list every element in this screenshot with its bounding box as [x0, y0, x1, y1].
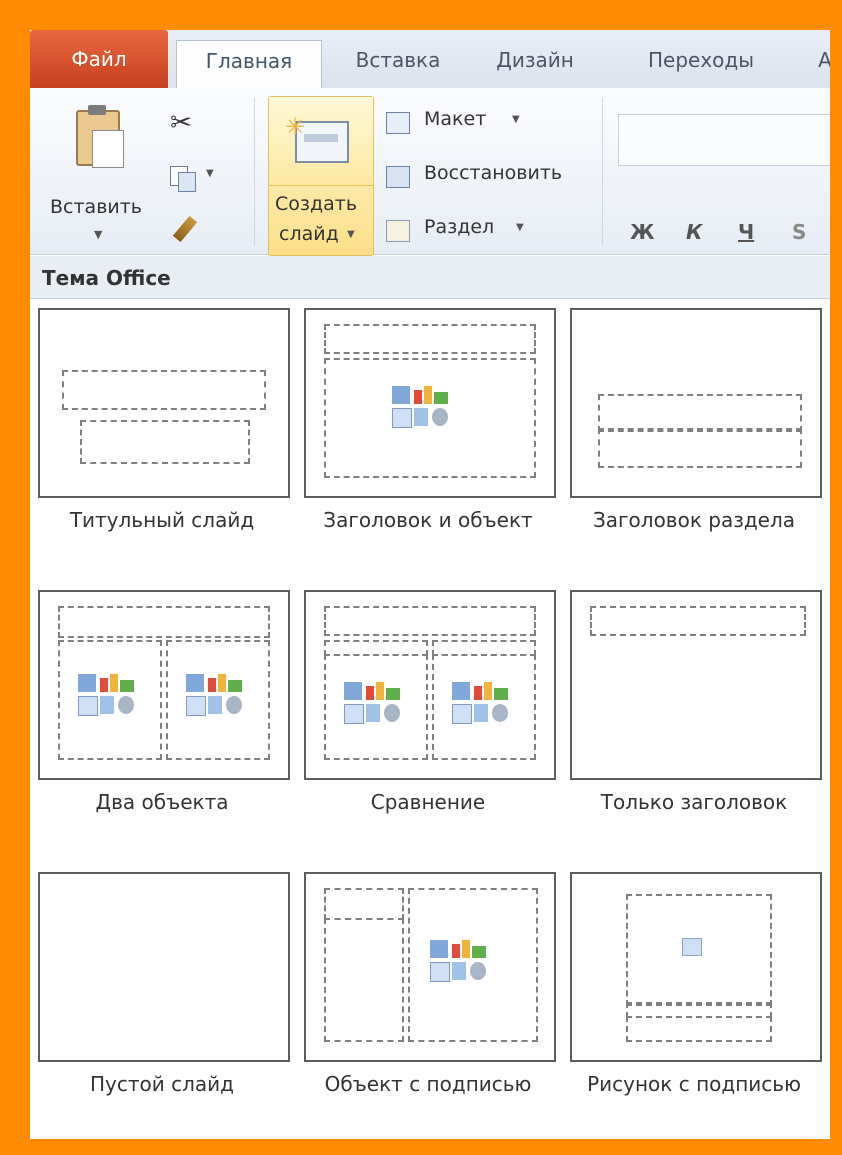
placeholder-title: [62, 370, 266, 410]
layout-caption: Объект с подписью: [324, 1072, 532, 1096]
layout-title-only[interactable]: [570, 590, 822, 780]
chevron-down-icon: ▼: [512, 114, 520, 125]
bold-button[interactable]: Ж: [630, 220, 654, 244]
placeholder-title: [324, 324, 536, 354]
ribbon-tab-bar: Файл Главная Вставка Дизайн Переходы А: [30, 30, 830, 90]
layout-caption: Сравнение: [370, 790, 486, 814]
layout-section-header[interactable]: [570, 308, 822, 498]
layout-icon: [386, 112, 410, 134]
content-icons: [392, 386, 452, 430]
section-icon: [386, 220, 410, 242]
placeholder-title: [324, 606, 536, 636]
tab-design[interactable]: Дизайн: [476, 40, 594, 88]
reset-button[interactable]: Восстановить: [386, 160, 626, 192]
scissors-icon: ✂: [170, 108, 192, 138]
paste-label: Вставить: [50, 196, 143, 218]
layout-caption: Титульный слайд: [69, 508, 255, 532]
layout-caption: Только заголовок: [600, 790, 788, 814]
content-icons: [452, 682, 512, 726]
tab-overflow-cut: А: [818, 48, 830, 72]
content-icons: [344, 682, 404, 726]
content-icons: [78, 674, 138, 718]
chevron-down-icon: ▼: [516, 222, 524, 233]
placeholder-title: [598, 394, 802, 432]
tab-insert[interactable]: Вставка: [334, 40, 462, 88]
new-slide-button[interactable]: ✳ Создать слайд ▼: [268, 96, 374, 256]
placeholder-text: [324, 918, 404, 1042]
tab-file[interactable]: Файл: [30, 30, 168, 88]
shadow-button[interactable]: S: [792, 220, 806, 244]
layout-picture-with-caption[interactable]: [570, 872, 822, 1062]
clipboard-icon: [76, 105, 124, 168]
new-slide-label-1: Создать: [275, 193, 358, 215]
brush-icon: [172, 215, 198, 243]
new-slide-dropdown: Файл Главная Вставка Дизайн Переходы А В…: [30, 30, 830, 1139]
cut-button[interactable]: ✂: [170, 108, 200, 138]
new-slide-label-2: слайд: [279, 223, 339, 245]
separator: [254, 98, 255, 246]
reset-label: Восстановить: [424, 162, 563, 184]
placeholder-title: [324, 888, 404, 920]
ribbon-home: Вставить ▼ ✂ ▼ ✳ Создать слайд ▼ Макет ▼…: [30, 88, 830, 256]
content-icons: [430, 940, 490, 984]
placeholder-caption-text: [626, 1016, 772, 1042]
layout-blank[interactable]: [38, 872, 290, 1062]
picture-icon: [682, 938, 702, 956]
layout-caption: Два объекта: [95, 790, 229, 814]
layout-caption: Пустой слайд: [90, 1072, 234, 1096]
placeholder-title: [58, 606, 270, 638]
reset-icon: [386, 166, 410, 188]
separator: [602, 98, 603, 246]
placeholder-title: [590, 606, 806, 636]
chevron-down-icon: ▼: [94, 228, 103, 241]
placeholder-subtitle: [80, 420, 250, 464]
tab-transitions[interactable]: Переходы: [626, 40, 776, 88]
section-button[interactable]: Раздел ▼: [386, 214, 586, 246]
layout-two-content[interactable]: [38, 590, 290, 780]
layout-button[interactable]: Макет ▼: [386, 106, 586, 138]
copy-button[interactable]: ▼: [170, 162, 220, 192]
new-slide-icon-area: ✳: [269, 97, 373, 186]
sparkle-icon: ✳: [285, 113, 306, 141]
tab-home[interactable]: Главная: [176, 40, 322, 90]
layout-caption: Заголовок раздела: [592, 508, 796, 532]
layout-title-slide[interactable]: [38, 308, 290, 498]
placeholder-text: [598, 428, 802, 468]
layout-comparison[interactable]: [304, 590, 556, 780]
content-icons: [186, 674, 246, 718]
layout-caption: Рисунок с подписью: [587, 1072, 801, 1096]
layout-label: Макет: [424, 108, 487, 130]
underline-button[interactable]: Ч: [738, 220, 754, 244]
italic-button[interactable]: К: [686, 220, 702, 244]
font-name-select[interactable]: [618, 114, 830, 166]
section-label: Раздел: [424, 216, 495, 238]
gallery-header: Тема Office: [30, 256, 830, 299]
layout-caption: Заголовок и объект: [323, 508, 533, 532]
gallery-title: Тема Office: [42, 266, 171, 290]
layout-content-with-caption[interactable]: [304, 872, 556, 1062]
chevron-down-icon: ▼: [347, 229, 355, 240]
paste-button[interactable]: Вставить ▼: [42, 96, 152, 246]
chevron-down-icon: ▼: [206, 168, 214, 179]
layout-title-and-content[interactable]: [304, 308, 556, 498]
format-painter-button[interactable]: [170, 215, 200, 246]
